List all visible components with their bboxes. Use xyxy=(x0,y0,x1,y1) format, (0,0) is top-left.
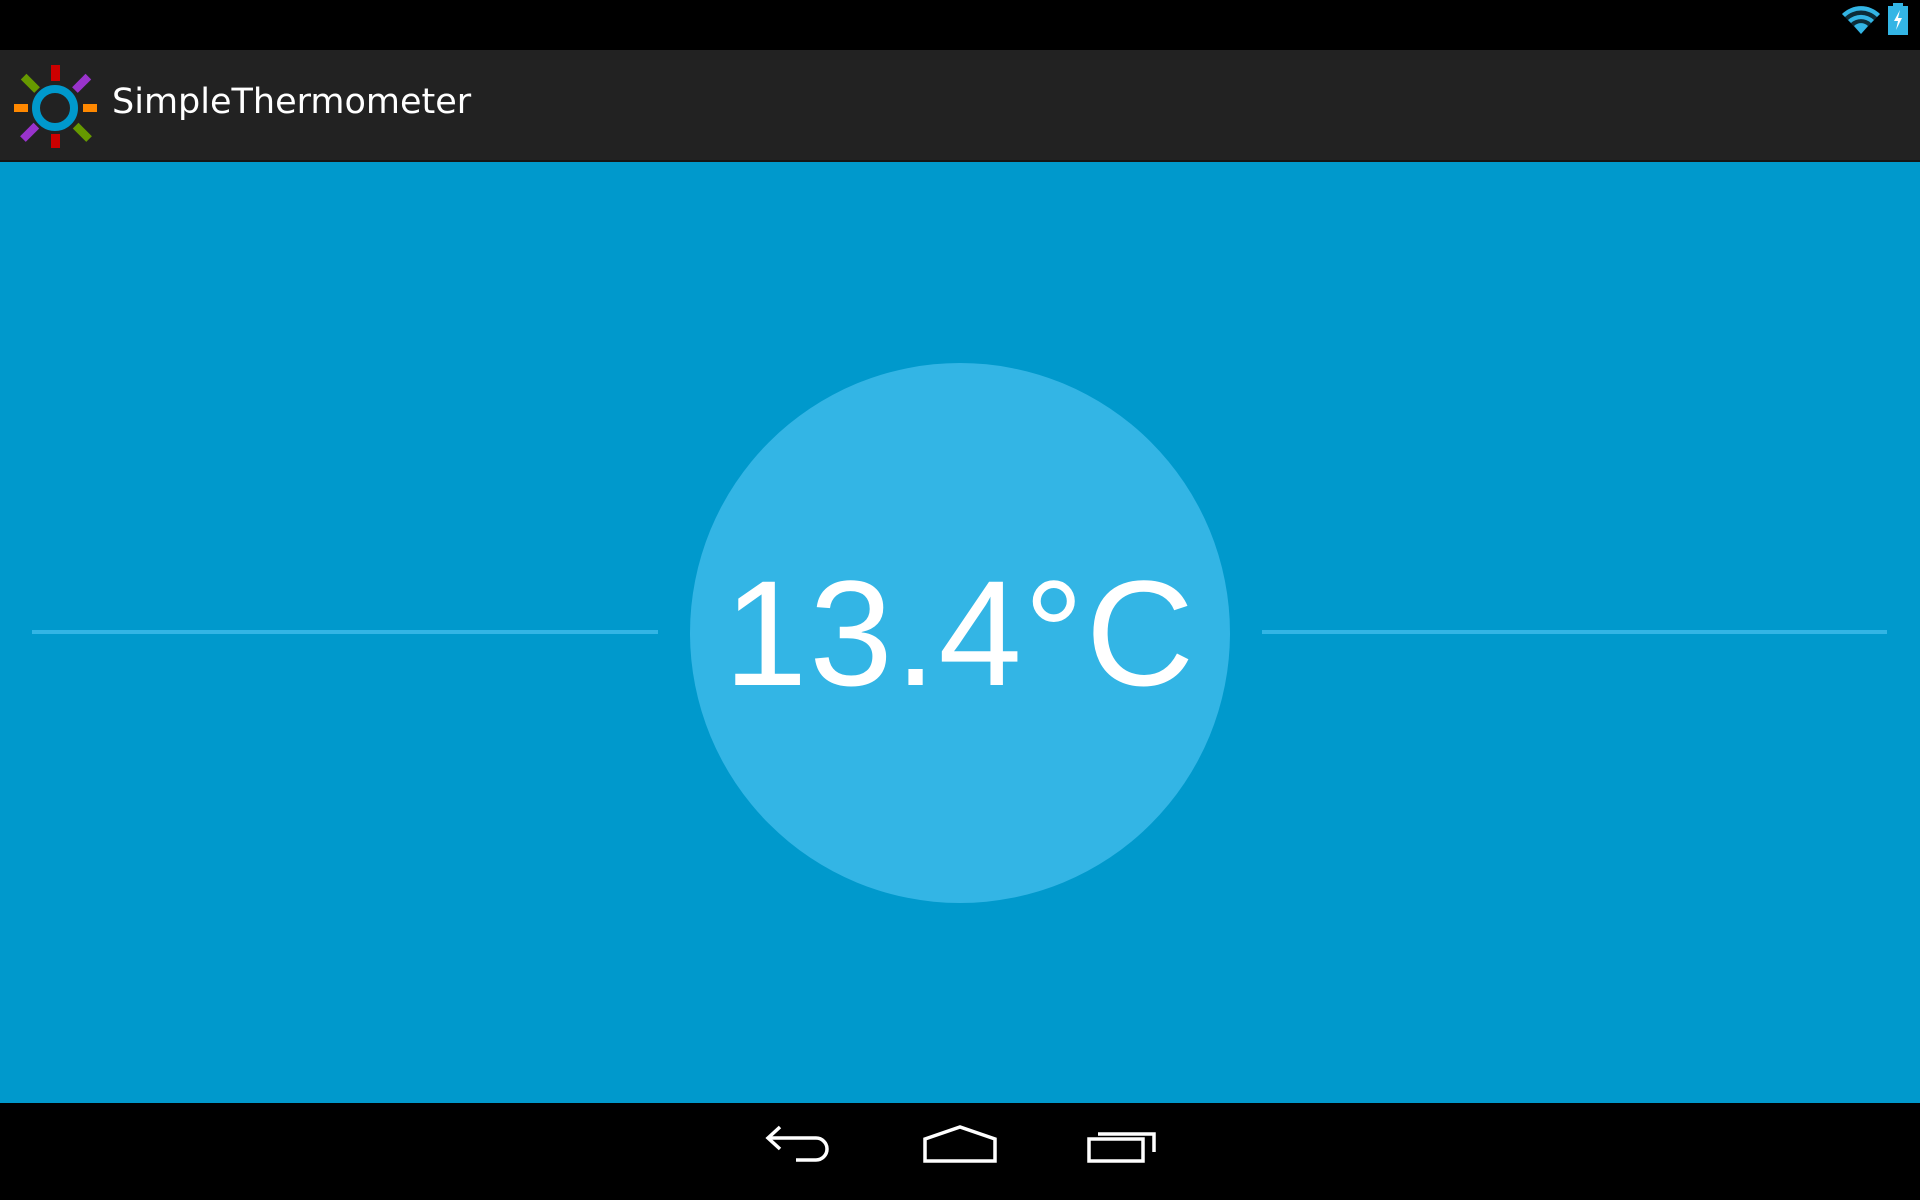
action-bar: SimpleThermometer xyxy=(0,50,1920,162)
temperature-circle: 13.4°C xyxy=(690,363,1230,903)
app-title: SimpleThermometer xyxy=(112,82,472,122)
left-divider-line xyxy=(32,630,658,634)
battery-charging-icon xyxy=(1888,3,1908,35)
temperature-reading: 13.4°C xyxy=(723,549,1197,717)
main-content: 13.4°C xyxy=(0,162,1920,1103)
wifi-icon xyxy=(1842,6,1880,34)
home-icon[interactable] xyxy=(922,1125,998,1175)
status-bar xyxy=(0,0,1920,50)
recent-apps-icon[interactable] xyxy=(1086,1125,1158,1175)
navigation-bar xyxy=(0,1103,1920,1200)
app-sun-icon[interactable] xyxy=(10,58,100,148)
back-icon[interactable] xyxy=(764,1125,836,1175)
right-divider-line xyxy=(1262,630,1887,634)
